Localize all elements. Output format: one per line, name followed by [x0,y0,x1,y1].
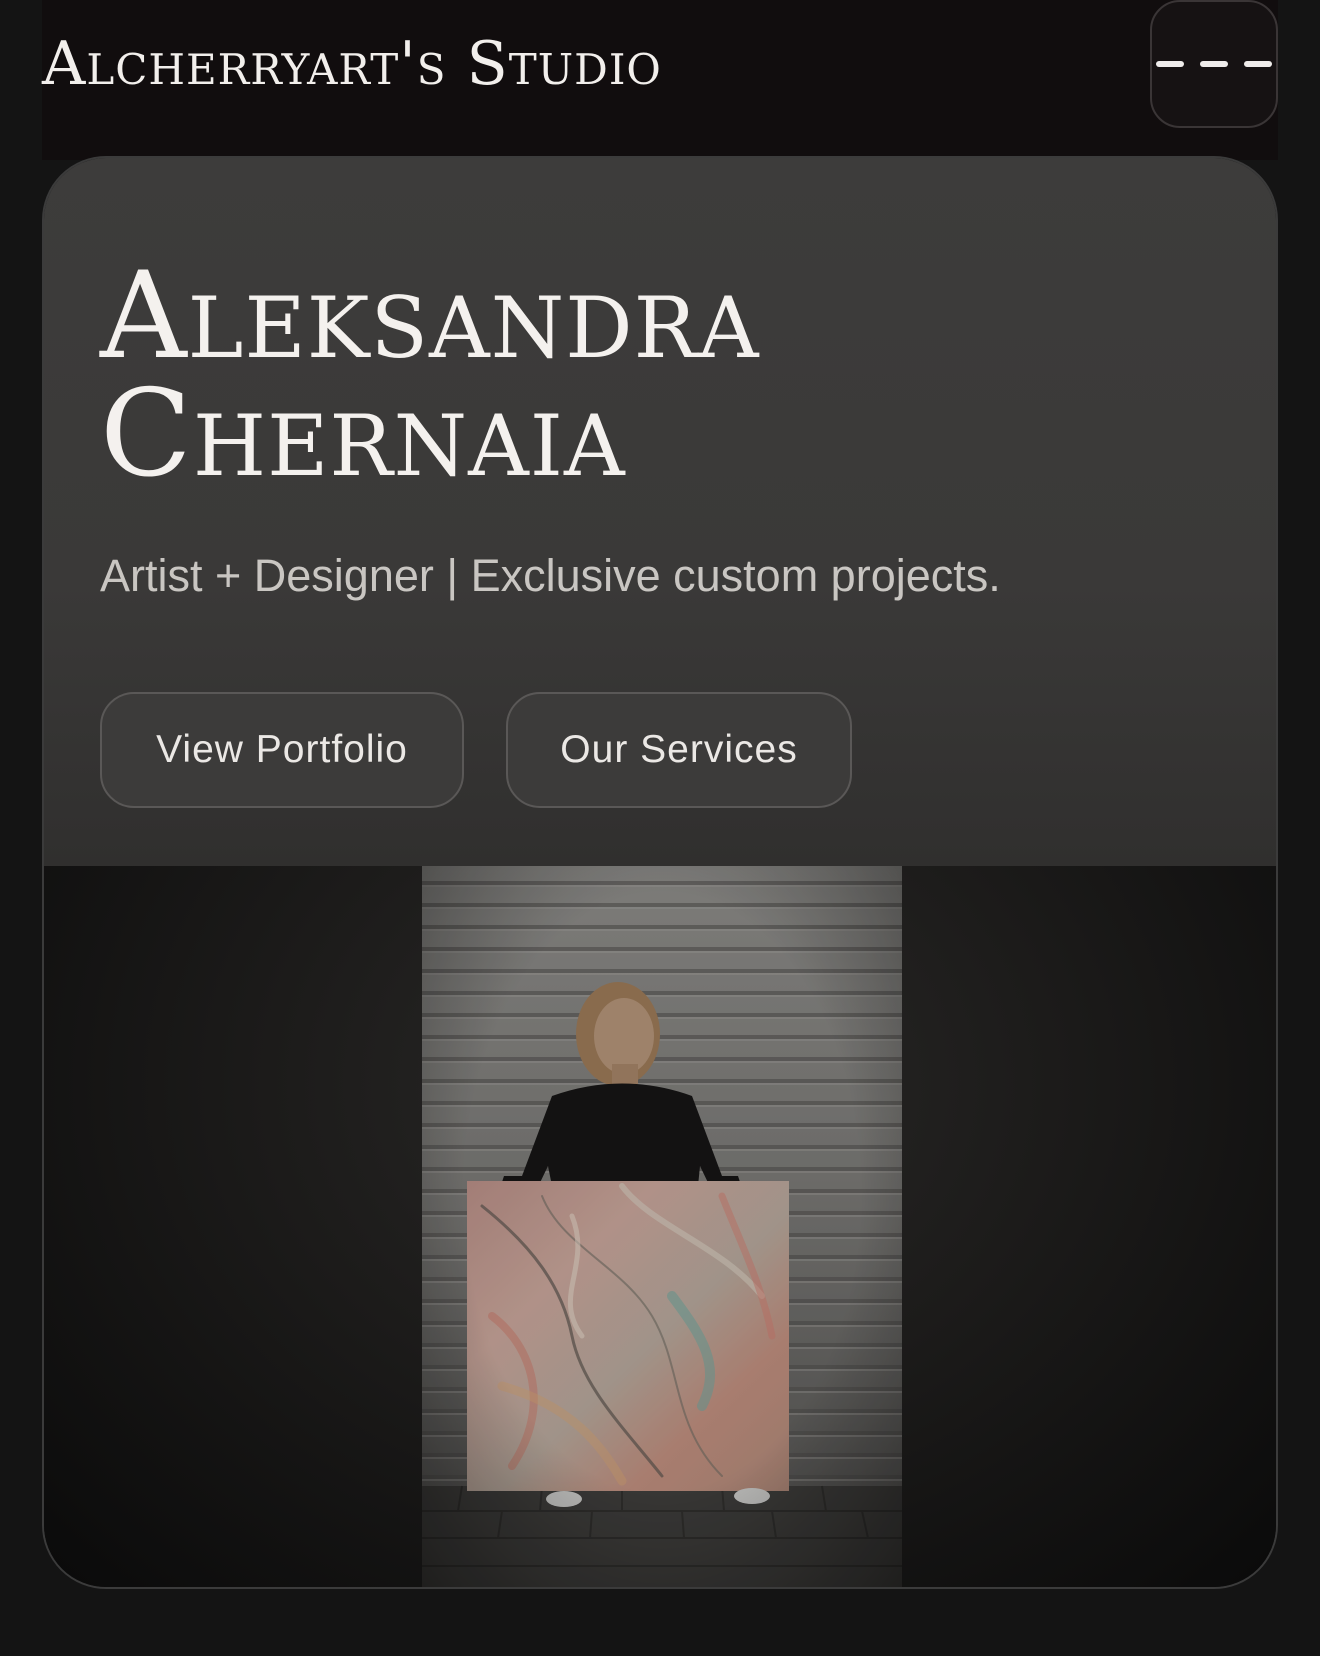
view-portfolio-button[interactable]: View Portfolio [100,692,464,808]
hero-title: Aleksandra Chernaia [100,247,760,504]
menu-button[interactable] [1150,0,1278,128]
hero-tagline: Artist + Designer | Exclusive custom pro… [100,550,1001,601]
artist-portrait-photo [422,866,902,1587]
menu-dashes-icon [1156,61,1272,67]
hero-title-line-2: Chernaia [100,365,626,504]
site-brand[interactable]: Alcherryart's Studio [42,22,662,106]
artist-photo [422,866,902,1587]
hero-photo-band [44,866,1276,1587]
our-services-button[interactable]: Our Services [506,692,852,808]
hero-title-line-1: Aleksandra [100,247,760,386]
site-header: Alcherryart's Studio [42,0,1278,160]
hero-intro: Aleksandra Chernaia Artist + Designer | … [44,158,1276,866]
hero-card: Aleksandra Chernaia Artist + Designer | … [42,156,1278,1589]
